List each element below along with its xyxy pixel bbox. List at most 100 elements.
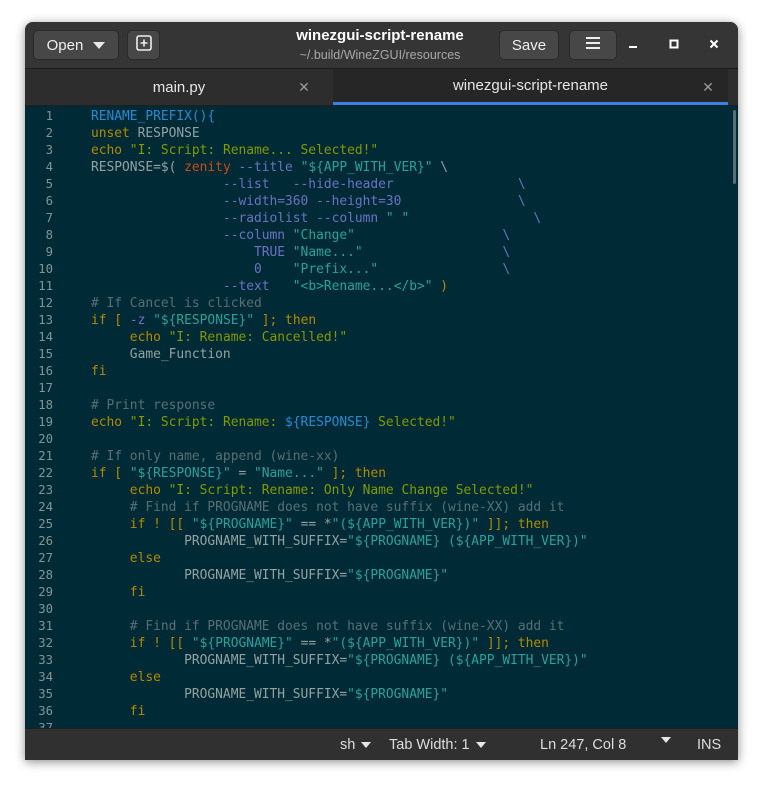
code-line: # Print response bbox=[91, 397, 215, 414]
tab-label: main.py bbox=[152, 78, 206, 96]
new-tab-button[interactable] bbox=[127, 30, 160, 60]
code-token: if [ bbox=[91, 466, 130, 481]
code-line: if [ -z "${RESPONSE}" ]; then bbox=[91, 312, 316, 329]
cursor-position[interactable]: Ln 247, Col 8 bbox=[540, 737, 626, 753]
code-token: PROGNAME_WITH_SUFFIX= bbox=[91, 568, 348, 583]
position-menu-button[interactable] bbox=[655, 737, 671, 743]
code-token: "${APP_WITH_VER}" bbox=[300, 160, 433, 175]
chevron-down-icon bbox=[475, 742, 486, 748]
code-line: PROGNAME_WITH_SUFFIX="${PROGNAME} (${APP… bbox=[91, 533, 588, 550]
code-token: \ bbox=[378, 262, 511, 277]
tab-close-icon[interactable]: ✕ bbox=[701, 80, 715, 94]
code-token: RENAME_PREFIX(){ bbox=[91, 109, 216, 124]
maximize-icon bbox=[669, 36, 679, 54]
code-token: "${PROGNAME}" bbox=[191, 517, 293, 532]
code-token: --text bbox=[91, 279, 293, 294]
code-token: --title bbox=[230, 160, 301, 175]
code-line: fi bbox=[91, 584, 146, 601]
code-token: ]]; then bbox=[479, 636, 549, 651]
menu-button[interactable] bbox=[569, 30, 617, 60]
tab-label: winezgui-script-rename bbox=[452, 77, 609, 94]
code-token: TRUE bbox=[91, 245, 293, 260]
code-token: unset bbox=[91, 126, 130, 141]
tab-width-selector[interactable]: Tab Width: 1 bbox=[389, 737, 486, 753]
code-token: PROGNAME_WITH_SUFFIX= bbox=[91, 534, 348, 549]
insert-mode-indicator[interactable]: INS bbox=[697, 737, 721, 753]
code-token: "${PROGNAME}" bbox=[191, 636, 293, 651]
code-token: "${PROGNAME} (${APP_WITH_VER})" bbox=[347, 653, 588, 668]
tab-main-py[interactable]: main.py ✕ bbox=[25, 69, 333, 105]
code-token: "I: Script: Rename... Selected!" bbox=[122, 143, 379, 158]
code-token: echo bbox=[91, 330, 161, 345]
code-token: # Find if PROGNAME does not have suffix … bbox=[91, 619, 565, 634]
line-number: 32 bbox=[38, 636, 53, 650]
line-number: 3 bbox=[45, 143, 53, 157]
line-number: 37 bbox=[38, 721, 53, 728]
code-line: PROGNAME_WITH_SUFFIX="${PROGNAME}" bbox=[91, 686, 448, 703]
line-number: 20 bbox=[38, 432, 53, 446]
code-token: ]; then bbox=[254, 313, 317, 328]
code-line: # If only name, append (wine-xx) bbox=[91, 448, 339, 465]
code-token: ) bbox=[432, 279, 449, 294]
insert-mode-label: INS bbox=[697, 737, 722, 753]
line-number: 5 bbox=[45, 177, 53, 191]
code-line: echo "I: Rename: Cancelled!" bbox=[91, 329, 347, 346]
new-tab-icon bbox=[135, 35, 152, 55]
code-token: fi bbox=[91, 585, 146, 600]
tab-winezgui-script-rename[interactable]: winezgui-script-rename ✕ bbox=[333, 69, 728, 105]
line-number: 31 bbox=[38, 619, 53, 633]
language-label: sh bbox=[340, 737, 356, 753]
close-icon bbox=[709, 36, 719, 54]
line-number: 21 bbox=[38, 449, 53, 463]
line-number: 19 bbox=[38, 415, 53, 429]
code-line: echo "I: Script: Rename: Only Name Chang… bbox=[91, 482, 534, 499]
code-token: -z bbox=[129, 313, 154, 328]
code-token: --column bbox=[91, 228, 293, 243]
code-area[interactable]: RENAME_PREFIX(){unset RESPONSE echo "I: S… bbox=[91, 106, 726, 728]
line-number: 17 bbox=[38, 381, 53, 395]
status-bar: sh Tab Width: 1 Ln 247, Col 8 INS bbox=[25, 728, 738, 760]
hamburger-menu-icon bbox=[585, 36, 601, 54]
code-token: " " bbox=[385, 211, 410, 226]
open-button[interactable]: Open bbox=[33, 30, 119, 60]
tab-width-label: Tab Width: 1 bbox=[389, 737, 470, 753]
code-token: "${RESPONSE}" bbox=[153, 313, 255, 328]
vertical-scrollbar[interactable] bbox=[733, 110, 736, 184]
code-line: # Find if PROGNAME does not have suffix … bbox=[91, 499, 565, 516]
code-line: else bbox=[91, 669, 161, 686]
gedit-window: Open winezgui-script-rename ~/.build/Win… bbox=[25, 22, 738, 760]
maximize-button[interactable] bbox=[663, 34, 685, 56]
line-number: 29 bbox=[38, 585, 53, 599]
code-token: = bbox=[230, 466, 255, 481]
code-token: == * bbox=[292, 517, 332, 532]
minimize-button[interactable] bbox=[622, 34, 644, 56]
line-number: 8 bbox=[45, 228, 53, 242]
code-token: echo bbox=[91, 483, 161, 498]
code-token: "<b>Rename...</b>" bbox=[292, 279, 433, 294]
line-number: 23 bbox=[38, 483, 53, 497]
code-token: "I: Script: Rename: Only Name Change Sel… bbox=[160, 483, 534, 498]
save-button[interactable]: Save bbox=[499, 30, 559, 60]
code-line: fi bbox=[91, 703, 146, 720]
code-line: echo "I: Script: Rename: ${RESPONSE} Sel… bbox=[91, 414, 456, 431]
chevron-down-icon bbox=[661, 737, 671, 743]
code-token: # If Cancel is clicked bbox=[91, 296, 262, 311]
line-number: 1 bbox=[45, 109, 53, 123]
code-token: ${RESPONSE} bbox=[285, 415, 371, 430]
code-token: "Change" bbox=[292, 228, 355, 243]
language-selector[interactable]: sh bbox=[340, 737, 372, 753]
window-title: winezgui-script-rename bbox=[296, 27, 464, 44]
close-window-button[interactable] bbox=[703, 34, 725, 56]
code-token: fi bbox=[91, 364, 107, 379]
tab-close-icon[interactable]: ✕ bbox=[297, 80, 311, 94]
code-token: Selected!" bbox=[370, 415, 456, 430]
code-line: RENAME_PREFIX(){ bbox=[91, 108, 215, 125]
line-number: 15 bbox=[38, 347, 53, 361]
line-number: 35 bbox=[38, 687, 53, 701]
code-line: if ! [[ "${PROGNAME}" == *"(${APP_WITH_V… bbox=[91, 635, 549, 652]
code-token: --list --hide-header \ bbox=[91, 177, 526, 192]
code-line: RESPONSE=$( zenity --title "${APP_WITH_V… bbox=[91, 159, 448, 176]
code-editor[interactable]: 1 2 3 4 5 6 7 8 9 10 11 12 13 14 15 16 17 18 19 20 21 22 23 24 2… bbox=[25, 106, 738, 728]
code-line: unset RESPONSE bbox=[91, 125, 200, 142]
code-line: --column "Change" \ bbox=[91, 227, 510, 244]
